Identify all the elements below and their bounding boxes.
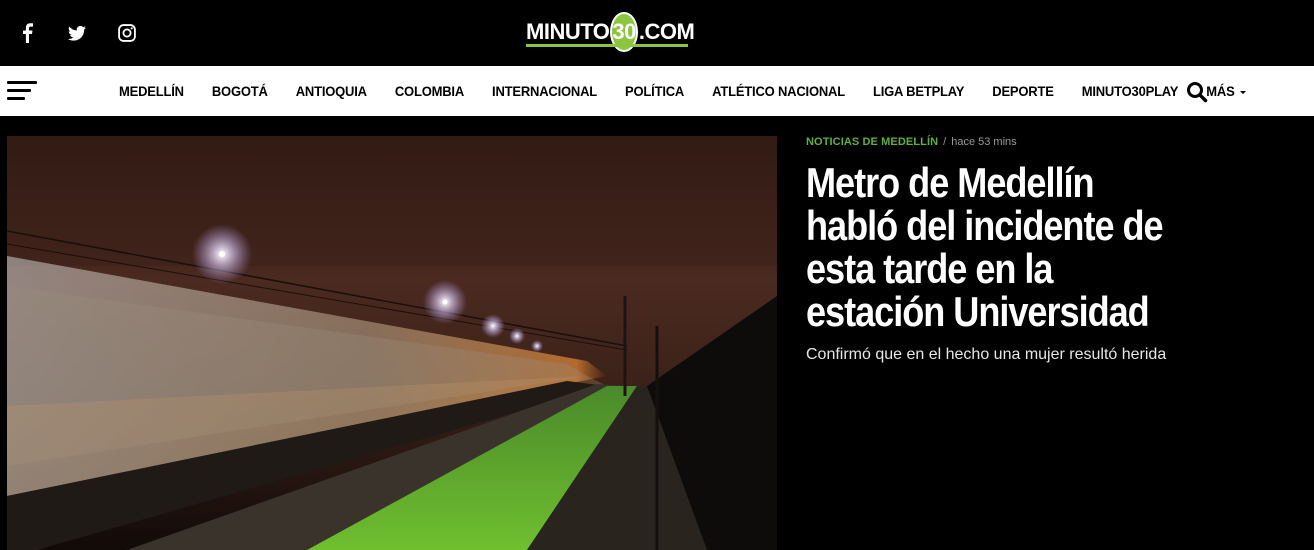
- nav-item-colombia[interactable]: COLOMBIA: [381, 83, 478, 99]
- menu-icon[interactable]: [7, 81, 37, 101]
- article-headline[interactable]: Metro de Medellín habló del incidente de…: [806, 161, 1184, 333]
- nav-item-politica[interactable]: POLÍTICA: [611, 83, 698, 99]
- search-icon[interactable]: [1186, 81, 1208, 103]
- main-navigation: MEDELLÍN BOGOTÁ ANTIOQUIA COLOMBIA INTER…: [0, 66, 1314, 116]
- nav-item-medellin[interactable]: MEDELLÍN: [105, 83, 198, 99]
- featured-section: NOTICIAS DE MEDELLÍN / hace 53 mins Metr…: [0, 116, 1314, 550]
- instagram-icon[interactable]: [114, 20, 140, 46]
- nav-item-atletico-nacional[interactable]: ATLÉTICO NACIONAL: [698, 83, 859, 99]
- nav-items: MEDELLÍN BOGOTÁ ANTIOQUIA COLOMBIA INTER…: [105, 66, 1260, 116]
- facebook-icon[interactable]: [14, 20, 40, 46]
- article-excerpt: Confirmó que en el hecho una mujer resul…: [806, 346, 1167, 363]
- article-time: hace 53 mins: [951, 136, 1017, 148]
- logo-text-minuto: MINUTO: [526, 19, 610, 44]
- nav-item-deporte[interactable]: DEPORTE: [978, 83, 1067, 99]
- article-meta: NOTICIAS DE MEDELLÍN / hace 53 mins: [806, 136, 1226, 148]
- meta-separator: /: [943, 136, 947, 148]
- top-bar: MINUTO 30 .COM: [0, 0, 1314, 66]
- featured-article: NOTICIAS DE MEDELLÍN / hace 53 mins Metr…: [806, 136, 1226, 365]
- nav-item-liga-betplay[interactable]: LIGA BETPLAY: [859, 83, 978, 99]
- social-links: [14, 0, 164, 66]
- nav-item-antioquia[interactable]: ANTIOQUIA: [282, 83, 381, 99]
- twitter-icon[interactable]: [64, 20, 90, 46]
- logo-text-com: .COM: [638, 19, 695, 44]
- nav-item-minuto30play[interactable]: MINUTO30PLAY: [1068, 83, 1193, 99]
- featured-image[interactable]: [7, 136, 777, 550]
- nav-item-internacional[interactable]: INTERNACIONAL: [478, 83, 611, 99]
- logo-underline: [526, 44, 688, 47]
- nav-item-bogota[interactable]: BOGOTÁ: [198, 83, 282, 99]
- article-category[interactable]: NOTICIAS DE MEDELLÍN: [806, 136, 938, 148]
